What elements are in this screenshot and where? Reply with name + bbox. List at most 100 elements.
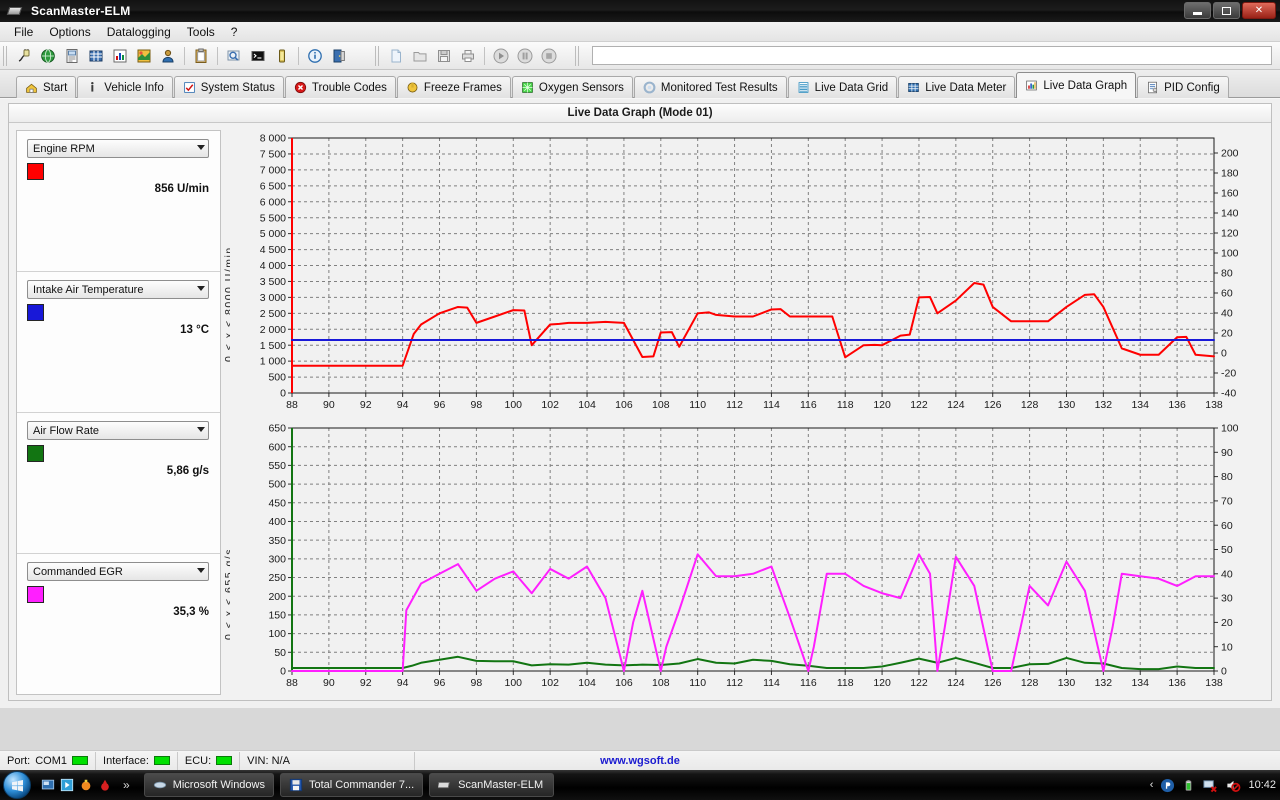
pid-select-label: Intake Air Temperature [28,284,143,296]
pid-slot-3: Commanded EGR 35,3 % [17,554,220,695]
svg-text:20: 20 [1221,328,1233,340]
pid-select-3[interactable]: Commanded EGR [27,562,209,581]
svg-text:4 500: 4 500 [260,244,286,256]
stop-icon[interactable] [538,45,560,67]
menu-help[interactable]: ? [223,23,246,41]
pid-select-1[interactable]: Intake Air Temperature [27,280,209,299]
svg-text:112: 112 [726,399,743,411]
chevron-left-icon[interactable]: ‹ [1150,779,1154,791]
taskbar-item-total-commander[interactable]: Total Commander 7... [280,773,423,797]
toolbar-grip-3[interactable] [575,46,581,66]
tab-label: Live Data Grid [815,82,889,94]
connect-icon[interactable] [13,45,35,67]
user-icon[interactable] [157,45,179,67]
map-icon[interactable] [133,45,155,67]
menu-options[interactable]: Options [41,23,98,41]
console-icon[interactable] [247,45,269,67]
chevron-right-icon[interactable]: » [123,778,130,792]
print-icon[interactable] [457,45,479,67]
svg-text:126: 126 [984,677,1002,689]
svg-text:350: 350 [268,535,286,547]
chart-engine-rpm[interactable]: 05001 0001 5002 0002 5003 0003 5004 0004… [230,130,1266,417]
toolbar-grip[interactable] [3,46,9,66]
taskbar-clock[interactable]: 10:42 [1248,779,1276,791]
svg-text:108: 108 [652,677,670,689]
chip-icon [438,778,452,792]
svg-text:6 500: 6 500 [260,180,286,192]
toolbar-combo[interactable] [592,46,1272,65]
tab-oxygen-sensors[interactable]: Oxygen Sensors [512,76,633,98]
meter-icon [907,81,920,94]
clipboard-icon[interactable] [190,45,212,67]
pid-color-swatch-2[interactable] [27,445,44,462]
tab-freeze-frames[interactable]: Freeze Frames [397,76,511,98]
info-icon[interactable] [304,45,326,67]
page-title: Live Data Graph (Mode 01) [9,104,1271,123]
chevron-down-icon [197,286,205,291]
toolbar [0,42,1280,70]
taskbar-item-scanmaster-elm[interactable]: ScanMaster-ELM [429,773,554,797]
battery-icon[interactable] [271,45,293,67]
start-orb-button[interactable] [3,771,31,799]
svg-text:0: 0 [1221,666,1227,678]
svg-text:128: 128 [1021,399,1039,411]
chart-air-flow[interactable]: 0501001502002503003504004505005506006500… [230,420,1266,695]
maximize-button[interactable] [1213,2,1240,19]
pid-color-swatch-3[interactable] [27,586,44,603]
svg-text:2 000: 2 000 [260,324,286,336]
svg-text:116: 116 [800,399,817,411]
svg-text:160: 160 [1221,188,1239,200]
exit-icon[interactable] [328,45,350,67]
svg-text:10: 10 [1221,641,1233,653]
pause-icon[interactable] [514,45,536,67]
tab-strip: Start Vehicle Info System Status Trouble… [0,70,1280,98]
toolbar-grip-2[interactable] [375,46,381,66]
error-icon [294,81,307,94]
application-window: ScanMaster-ELM ✕ File Options Dataloggin… [0,0,1280,800]
tab-vehicle-info[interactable]: Vehicle Info [77,76,172,98]
tab-system-status[interactable]: System Status [174,76,284,98]
info-icon [86,81,99,94]
tab-label: Trouble Codes [312,82,387,94]
play-icon[interactable] [490,45,512,67]
svg-text:138: 138 [1205,677,1223,689]
svg-text:8 000: 8 000 [260,133,286,145]
tab-label: Live Data Graph [1043,80,1127,92]
report-icon[interactable] [61,45,83,67]
new-file-icon[interactable] [385,45,407,67]
menu-datalogging[interactable]: Datalogging [99,23,179,41]
svg-text:106: 106 [615,399,633,411]
tab-pid-config[interactable]: PID Config [1137,76,1229,98]
svg-text:6 000: 6 000 [260,196,286,208]
open-folder-icon[interactable] [409,45,431,67]
svg-text:104: 104 [578,677,596,689]
taskbar-item-label: Microsoft Windows [173,779,265,791]
save-icon[interactable] [433,45,455,67]
tab-monitored-test-results[interactable]: Monitored Test Results [634,76,787,98]
wgsoft-link[interactable]: www.wgsoft.de [0,755,1280,767]
globe-icon[interactable] [37,45,59,67]
tab-live-data-grid[interactable]: Live Data Grid [788,76,898,98]
minimize-button[interactable] [1184,2,1211,19]
search-icon[interactable] [223,45,245,67]
svg-text:500: 500 [268,372,286,384]
svg-text:20: 20 [1221,617,1233,629]
tab-live-data-meter[interactable]: Live Data Meter [898,76,1015,98]
tab-start[interactable]: Start [16,76,76,98]
pid-color-swatch-1[interactable] [27,304,44,321]
svg-text:250: 250 [268,572,286,584]
chart-icon[interactable] [109,45,131,67]
svg-text:136: 136 [1168,399,1186,411]
svg-text:112: 112 [726,677,743,689]
taskbar-item-microsoft-windows[interactable]: Microsoft Windows [144,773,274,797]
grid-icon[interactable] [85,45,107,67]
tab-trouble-codes[interactable]: Trouble Codes [285,76,396,98]
pid-color-swatch-0[interactable] [27,163,44,180]
menu-tools[interactable]: Tools [179,23,223,41]
close-button[interactable]: ✕ [1242,2,1276,19]
tab-live-data-graph[interactable]: Live Data Graph [1016,72,1136,98]
svg-text:114: 114 [763,677,780,689]
pid-select-2[interactable]: Air Flow Rate [27,421,209,440]
pid-select-0[interactable]: Engine RPM [27,139,209,158]
menu-file[interactable]: File [6,23,41,41]
